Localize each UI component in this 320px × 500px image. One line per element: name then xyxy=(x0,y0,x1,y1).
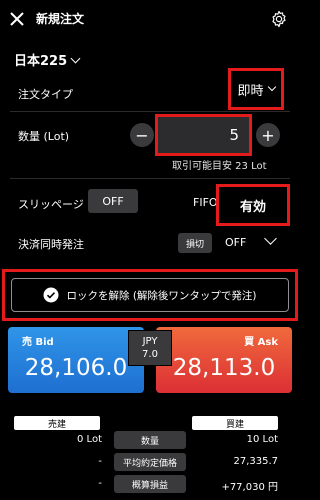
chevron-down-icon[interactable] xyxy=(264,232,277,245)
order-type-value: 即時 xyxy=(237,83,264,99)
lock-button-highlight: ロックを解除 (解除後ワンタップで発注) xyxy=(2,269,298,321)
order-type-selector[interactable]: 即時 xyxy=(228,68,284,110)
buy-pnl: +77,030 円 xyxy=(221,482,278,493)
fifo-label: FIFO xyxy=(193,196,218,209)
ask-label: 買 Ask xyxy=(244,337,278,348)
divider xyxy=(10,178,290,179)
chevron-down-icon xyxy=(70,53,81,64)
sell-pnl: - xyxy=(98,478,102,489)
sell-bid-button[interactable]: 売 Bid 28,106.0 xyxy=(8,327,144,393)
quantity-row-label: 数量 xyxy=(114,431,186,449)
close-icon[interactable] xyxy=(8,10,26,28)
sell-quantity: 0 Lot xyxy=(77,434,102,445)
order-type-label: 注文タイプ xyxy=(18,88,73,101)
fifo-toggle[interactable]: 有効 xyxy=(216,184,290,226)
unlock-button[interactable]: ロックを解除 (解除後ワンタップで発注) xyxy=(11,278,289,312)
settlement-order-label: 決済同時発注 xyxy=(18,238,84,251)
buy-quantity: 10 Lot xyxy=(246,434,278,445)
spread-box: JPY 7.0 xyxy=(128,330,172,366)
check-circle-icon xyxy=(43,287,59,303)
currency-label: JPY xyxy=(142,336,158,347)
available-lots: 取引可能目安 23 Lot xyxy=(172,161,267,172)
gear-icon[interactable] xyxy=(270,10,288,28)
symbol-selector[interactable]: 日本225 xyxy=(14,50,81,69)
quantity-label: 数量 (Lot) xyxy=(18,130,70,143)
buy-avg-price: 27,335.7 xyxy=(233,456,278,467)
settlement-value: OFF xyxy=(225,236,247,249)
slippage-label: スリッページ xyxy=(18,198,84,211)
ask-price: 28,113.0 xyxy=(172,355,276,381)
fifo-value: 有効 xyxy=(239,199,266,215)
increase-quantity-button[interactable]: + xyxy=(256,123,280,147)
avg-price-row-label: 平均約定価格 xyxy=(114,453,186,471)
chevron-down-icon xyxy=(267,82,276,92)
sell-avg-price: - xyxy=(98,456,102,467)
quantity-input[interactable]: 5 xyxy=(155,114,252,156)
divider xyxy=(10,111,290,112)
sell-position-header: 売建 xyxy=(14,416,100,430)
slippage-off-button[interactable]: OFF xyxy=(88,189,138,213)
symbol-name: 日本225 xyxy=(14,54,68,69)
decrease-quantity-button[interactable]: − xyxy=(130,123,154,147)
bid-label: 売 Bid xyxy=(22,337,54,348)
spread-value: 7.0 xyxy=(142,349,158,360)
quantity-value: 5 xyxy=(229,126,239,144)
pnl-row-label: 概算損益 xyxy=(114,475,186,493)
bid-price: 28,106.0 xyxy=(24,355,128,381)
stop-loss-badge: 損切 xyxy=(178,233,212,253)
unlock-button-label: ロックを解除 (解除後ワンタップで発注) xyxy=(66,289,257,302)
page-title: 新規注文 xyxy=(36,12,85,26)
buy-position-header: 買建 xyxy=(192,416,278,430)
buy-ask-button[interactable]: 買 Ask 28,113.0 xyxy=(156,327,292,393)
